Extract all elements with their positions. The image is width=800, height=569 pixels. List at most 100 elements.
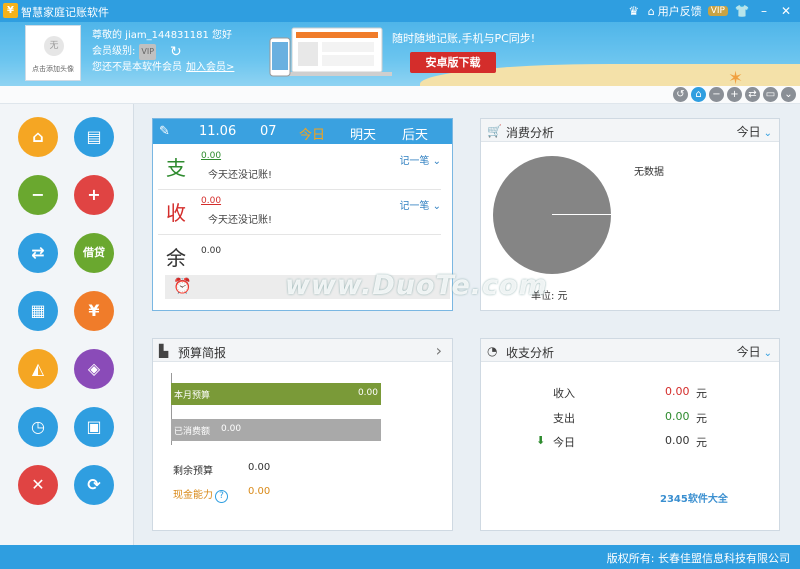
join-member-link[interactable]: 加入会员> [186,60,234,76]
spend-period-select[interactable]: 今日⌄ [737,123,772,140]
pie-divider [552,214,611,215]
level-label: 会员级别: [92,44,135,60]
android-download-button[interactable]: 安卓版下载 [410,52,496,73]
avatar-placeholder-icon: 无 [44,36,64,56]
record-income-label: 记一笔 [399,201,429,212]
clock-icon[interactable]: ◷ [18,407,58,447]
balance-glyph: 余 [166,242,186,271]
spent-label: 已消费额 [174,424,210,437]
user-info: 尊敬的 jiam_144831181 您好 会员级别: VIP ↻ 您还不是本软… [92,28,234,76]
minus-icon[interactable]: − [709,87,724,102]
wallet-icon[interactable]: ▦ [18,291,58,331]
plus-icon[interactable]: + [727,87,742,102]
income-icon[interactable]: + [74,175,114,215]
close-button[interactable]: ✕ [778,4,794,18]
bag-icon[interactable]: ▣ [74,407,114,447]
feedback-label: 用户反馈 [658,3,702,19]
pie-icon: ◔ [487,344,497,358]
alarm-clock-icon[interactable]: ⏰ [173,277,192,295]
month-budget-bar: 本月预算 0.00 [171,383,381,405]
skin-icon[interactable]: ♛ [626,4,642,18]
promo-text: 随时随地记账,手机与PC同步! [392,30,535,46]
record-expense-label: 记一笔 [399,156,429,167]
tab-today[interactable]: 今日 [299,124,325,143]
news-icon[interactable]: ◈ [74,349,114,389]
app-title: 智慧家庭记账软件 [21,4,109,20]
more-icon[interactable]: ⌄ [781,87,796,102]
feedback-button[interactable]: ⌂ 用户反馈 [648,3,702,19]
not-member-text: 您还不是本软件会员 [92,60,182,76]
refresh-icon[interactable]: ↻ [170,44,182,60]
home-icon: ⌂ [648,5,655,18]
copyright: 版权所有: 长春佳盟信息科技有限公司 [607,550,790,566]
bar-chart-icon: ▙ [159,344,168,358]
loan-icon[interactable]: 借贷 [74,233,114,273]
edit-icon[interactable]: ✎ [159,124,170,139]
record-expense-button[interactable]: 记一笔 ⌄ [399,152,441,167]
record-income-button[interactable]: 记一笔 ⌄ [399,197,441,212]
level-badge: VIP [139,44,156,60]
chevron-down-icon: ⌄ [764,348,772,359]
ie-income-label: 收入 [553,385,575,401]
arrow-down-icon: ⬇ [536,434,545,447]
budget-panel: ▙ 预算简报 › 本月预算 0.00 已消费额 0.00 剩余预算 0.00 现… [152,338,453,531]
ie-period-select[interactable]: 今日⌄ [737,343,772,360]
minimize-button[interactable]: – [756,4,772,18]
balance-amount: 0.00 [201,246,221,256]
day-text: 07 [260,124,277,139]
ie-expense-label: 支出 [553,410,575,426]
greeting: 尊敬的 jiam_144831181 您好 [92,28,232,44]
budget-title: 预算简报 [178,344,226,361]
cart-icon: 🛒 [487,124,502,138]
expense-amount: 0.00 [201,151,221,161]
income-note: 今天还没记账! [208,211,272,226]
expense-entry: 支 0.00 今天还没记账! 记一笔 ⌄ [158,146,441,190]
tools-icon[interactable]: ✕ [18,465,58,505]
devices-illustration [268,24,392,80]
remain-label: 剩余预算 [173,462,213,477]
help-icon[interactable]: ? [215,490,228,503]
shirt-icon[interactable]: 👕 [734,4,750,18]
expense-icon[interactable]: − [18,175,58,215]
spent-bar: 已消费额 0.00 [171,419,381,441]
ie-title: 收支分析 [506,344,554,361]
cash-ability: 现金能力? [173,486,228,503]
transfer-icon[interactable]: ⇄ [745,87,760,102]
pie-chart [493,156,611,274]
income-entry: 收 0.00 今天还没记账! 记一笔 ⌄ [158,191,441,235]
transfer-icon[interactable]: ⇄ [18,233,58,273]
avatar[interactable]: 无 点击添加头像 [25,25,81,81]
starfish-icon: ✶ [728,68,743,86]
toolbar-strip: ↺ ⌂ − + ⇄ ▭ ⌄ [0,86,800,104]
window-icon[interactable]: ▭ [763,87,778,102]
month-budget-label: 本月预算 [174,388,210,401]
app-logo-icon: ¥ [3,3,18,18]
spend-period-label: 今日 [737,125,761,139]
watermark-2345: 2345软件大全 [660,490,728,505]
avatar-hint: 点击添加头像 [26,64,80,74]
income-glyph: 收 [166,197,186,226]
watermark: www.DuoTe.com [285,270,548,301]
ie-expense-value: 0.00 [665,410,690,423]
sync-icon[interactable]: ⟳ [74,465,114,505]
header-banner: 无 点击添加头像 尊敬的 jiam_144831181 您好 会员级别: VIP… [0,22,800,86]
ie-today-value: 0.00 [665,434,690,447]
income-expense-panel: ◔ 收支分析 今日⌄ 收入 0.00 元 支出 0.00 元 ⬇ 今日 0.00… [480,338,780,531]
spend-title: 消费分析 [506,124,554,141]
home-icon[interactable]: ⌂ [18,117,58,157]
expense-note: 今天还没记账! [208,166,272,181]
tab-tomorrow[interactable]: 明天 [350,124,376,143]
ie-today-label: 今日 [553,434,575,450]
back-icon[interactable]: ↺ [673,87,688,102]
home-icon[interactable]: ⌂ [691,87,706,102]
spent-value: 0.00 [221,424,241,434]
coin-icon[interactable]: ¥ [74,291,114,331]
chevron-right-icon[interactable]: › [436,341,442,360]
month-budget-value: 0.00 [358,388,378,398]
chart-icon[interactable]: ◭ [18,349,58,389]
income-amount: 0.00 [201,196,221,206]
vip-badge[interactable]: VIP [708,6,728,16]
report-icon[interactable]: ▤ [74,117,114,157]
cash-value: 0.00 [248,486,270,497]
tab-day-after[interactable]: 后天 [402,124,428,143]
